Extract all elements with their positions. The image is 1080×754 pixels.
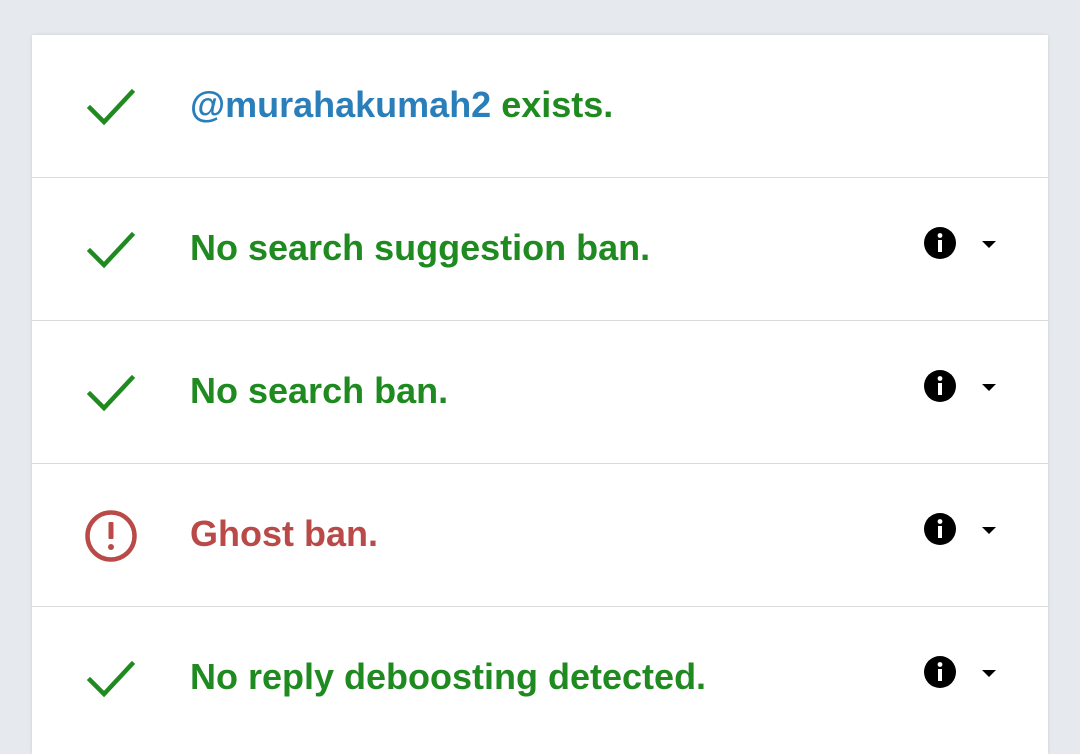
account-handle-link[interactable]: @murahakumah2 xyxy=(190,84,491,125)
caret-down-icon[interactable] xyxy=(980,381,998,393)
check-icon xyxy=(84,80,138,134)
caret-down-icon[interactable] xyxy=(980,667,998,679)
alert-circle-icon xyxy=(84,509,138,563)
check-icon xyxy=(84,652,138,706)
check-icon xyxy=(84,366,138,420)
check-icon xyxy=(84,223,138,277)
result-label: No search suggestion ban. xyxy=(190,227,651,268)
info-icon[interactable] xyxy=(923,512,957,546)
result-label: exists. xyxy=(491,84,614,125)
caret-down-icon[interactable] xyxy=(980,524,998,536)
caret-down-icon[interactable] xyxy=(980,238,998,250)
result-row-ghost-ban: Ghost ban. xyxy=(32,464,1048,607)
result-row-reply-deboosting: No reply deboosting detected. xyxy=(32,607,1048,750)
result-row-search-ban: No search ban. xyxy=(32,321,1048,464)
info-icon[interactable] xyxy=(923,655,957,689)
result-row-exists: @murahakumah2 exists. xyxy=(32,35,1048,178)
result-label: No reply deboosting detected. xyxy=(190,656,707,697)
result-text: @murahakumah2 exists. xyxy=(190,83,613,127)
result-label: No search ban. xyxy=(190,370,449,411)
result-label: Ghost ban. xyxy=(190,513,378,554)
results-card: @murahakumah2 exists. No search suggesti… xyxy=(32,35,1048,754)
result-row-search-suggestion-ban: No search suggestion ban. xyxy=(32,178,1048,321)
info-icon[interactable] xyxy=(923,226,957,260)
info-icon[interactable] xyxy=(923,369,957,403)
